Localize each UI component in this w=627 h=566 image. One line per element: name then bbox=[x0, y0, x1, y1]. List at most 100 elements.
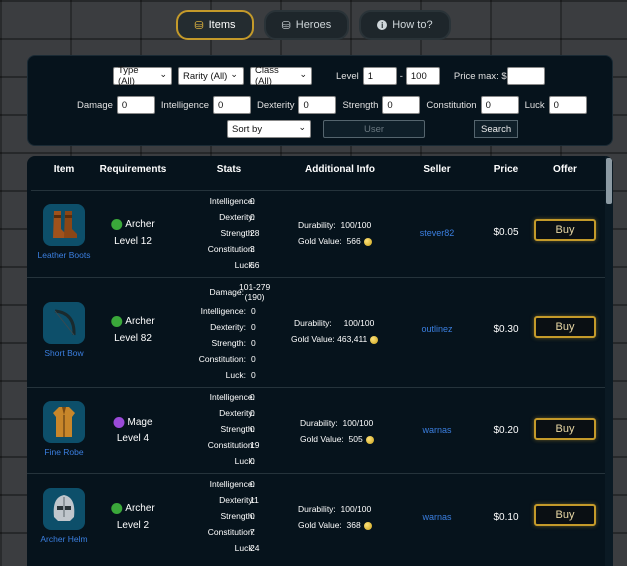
stat-value: 0 bbox=[250, 196, 255, 206]
fine-robe-image[interactable] bbox=[43, 401, 85, 443]
stat-value: 0 bbox=[250, 408, 255, 418]
col-additional-info: Additional Info bbox=[305, 164, 375, 175]
stat-value: 0 bbox=[251, 338, 256, 348]
item-name[interactable]: Fine Robe bbox=[44, 447, 83, 457]
stat-label: Intelligence: bbox=[200, 306, 246, 316]
col-price: Price bbox=[493, 164, 519, 175]
gold-value: 505 bbox=[348, 434, 363, 444]
tab-how-to[interactable]: i How to? bbox=[359, 10, 451, 40]
col-stats: Stats bbox=[216, 164, 242, 175]
constitution-input[interactable]: 0 bbox=[480, 96, 519, 114]
scrollbar-thumb[interactable] bbox=[606, 158, 612, 204]
col-seller: Seller bbox=[423, 164, 451, 175]
level-requirement: Level 2 bbox=[116, 520, 150, 531]
durability-info: Durability: 100/100 bbox=[298, 504, 371, 514]
short-bow-image[interactable] bbox=[43, 302, 85, 344]
stat-value: 24 bbox=[250, 543, 260, 553]
table-row: Archer Helm Archer Level 2 Intelligence:… bbox=[27, 474, 605, 566]
durability-info: Durability: 100/100 bbox=[300, 418, 373, 428]
leather-boots-image[interactable] bbox=[43, 204, 85, 246]
scrollbar[interactable] bbox=[605, 156, 613, 566]
archer-class-icon bbox=[111, 316, 123, 327]
durability-info: Durability: 100/100 bbox=[298, 220, 371, 230]
stat-label: Dexterity: bbox=[210, 322, 246, 332]
seller-link[interactable]: outlinez bbox=[421, 324, 452, 334]
gold-info: Gold Value: 566 bbox=[298, 236, 372, 246]
stat-label: Constitution: bbox=[198, 354, 246, 364]
col-requirements: Requirements bbox=[99, 164, 167, 175]
level-requirement: Level 82 bbox=[114, 333, 152, 344]
damage-range: 101-279 bbox=[239, 282, 271, 292]
stat-value: 7 bbox=[250, 527, 255, 537]
class-requirement: Archer bbox=[111, 503, 155, 515]
stat-label: Constitution: bbox=[207, 527, 255, 537]
stat-label: Luck: bbox=[225, 370, 246, 380]
stat-value: 0 bbox=[250, 479, 255, 489]
stat-label: Intelligence: bbox=[209, 392, 255, 402]
coins-icon: ⛁ bbox=[281, 19, 291, 32]
stat-label: Intelligence: bbox=[209, 479, 255, 489]
tab-items-label: Items bbox=[208, 19, 236, 31]
search-button[interactable]: Search bbox=[474, 120, 519, 138]
level-max-input[interactable]: 100 bbox=[405, 67, 440, 85]
seller-link[interactable]: warnas bbox=[422, 512, 451, 522]
class-select[interactable]: Class (All) bbox=[250, 65, 312, 87]
col-item: Item bbox=[53, 164, 75, 175]
price-max-input[interactable] bbox=[506, 67, 545, 85]
class-requirement: Archer bbox=[111, 316, 155, 327]
stat-value: 11 bbox=[250, 495, 259, 505]
archer-helm-image[interactable] bbox=[43, 488, 85, 530]
dexterity-input[interactable]: 0 bbox=[298, 96, 337, 114]
durability-label: Durability: bbox=[294, 318, 332, 328]
item-name[interactable]: Leather Boots bbox=[38, 250, 91, 260]
seller-link[interactable]: stever82 bbox=[420, 228, 455, 238]
level-dash: - bbox=[399, 70, 403, 82]
damage-input[interactable]: 0 bbox=[116, 96, 155, 114]
user-input[interactable]: User bbox=[323, 120, 425, 138]
filter-row-3: Sort by User Search bbox=[227, 120, 519, 138]
sort-select[interactable]: Sort by bbox=[227, 120, 311, 138]
dexterity-label: Dexterity bbox=[256, 99, 295, 111]
info-icon: i bbox=[377, 20, 388, 30]
rarity-select[interactable]: Rarity (All) bbox=[178, 67, 244, 85]
damage-average: (190) bbox=[244, 292, 265, 302]
gold-info: Gold Value: 368 bbox=[298, 520, 372, 530]
type-select[interactable]: Type (All) bbox=[113, 65, 172, 87]
price-max-label: Price max: $ bbox=[453, 70, 507, 82]
boots-icon bbox=[53, 211, 77, 238]
level-min-input[interactable]: 1 bbox=[362, 67, 397, 85]
item-name[interactable]: Short Bow bbox=[44, 348, 83, 358]
stat-value: 0 bbox=[250, 511, 255, 521]
stat-value: 0 bbox=[251, 370, 256, 380]
strength-input[interactable]: 0 bbox=[382, 96, 421, 114]
gold-label: Gold Value: bbox=[291, 334, 335, 344]
buy-button[interactable]: Buy bbox=[534, 219, 596, 241]
gold-coin-icon bbox=[363, 521, 372, 530]
luck-input[interactable]: 0 bbox=[548, 96, 587, 114]
class-name: Archer bbox=[125, 503, 155, 515]
durability-value: 100/100 bbox=[342, 418, 374, 428]
tab-heroes-label: Heroes bbox=[295, 19, 332, 31]
seller-link[interactable]: warnas bbox=[422, 425, 451, 435]
stat-value: 0 bbox=[251, 354, 256, 364]
gold-label: Gold Value: bbox=[298, 520, 342, 530]
price: $0.20 bbox=[493, 425, 519, 436]
class-name: Mage bbox=[127, 417, 153, 429]
tab-heroes[interactable]: ⛁ Heroes bbox=[263, 10, 350, 40]
archer-class-icon bbox=[111, 219, 123, 230]
item-name[interactable]: Archer Helm bbox=[40, 534, 87, 544]
tab-items[interactable]: ⛁ Items bbox=[176, 10, 254, 40]
buy-button[interactable]: Buy bbox=[534, 504, 596, 526]
class-requirement: Archer bbox=[111, 219, 155, 230]
stat-label: Strength: bbox=[211, 338, 247, 348]
durability-label: Durability: bbox=[300, 418, 338, 428]
level-requirement: Level 4 bbox=[116, 433, 150, 444]
archer-class-icon bbox=[111, 503, 123, 514]
buy-button[interactable]: Buy bbox=[534, 418, 596, 440]
intelligence-input[interactable]: 0 bbox=[212, 96, 251, 114]
buy-button[interactable]: Buy bbox=[534, 316, 596, 338]
stat-value: 0 bbox=[250, 392, 255, 402]
top-tabs: ⛁ Items ⛁ Heroes i How to? bbox=[0, 10, 627, 40]
strength-label: Strength bbox=[342, 99, 379, 111]
intelligence-label: Intelligence bbox=[160, 99, 209, 111]
